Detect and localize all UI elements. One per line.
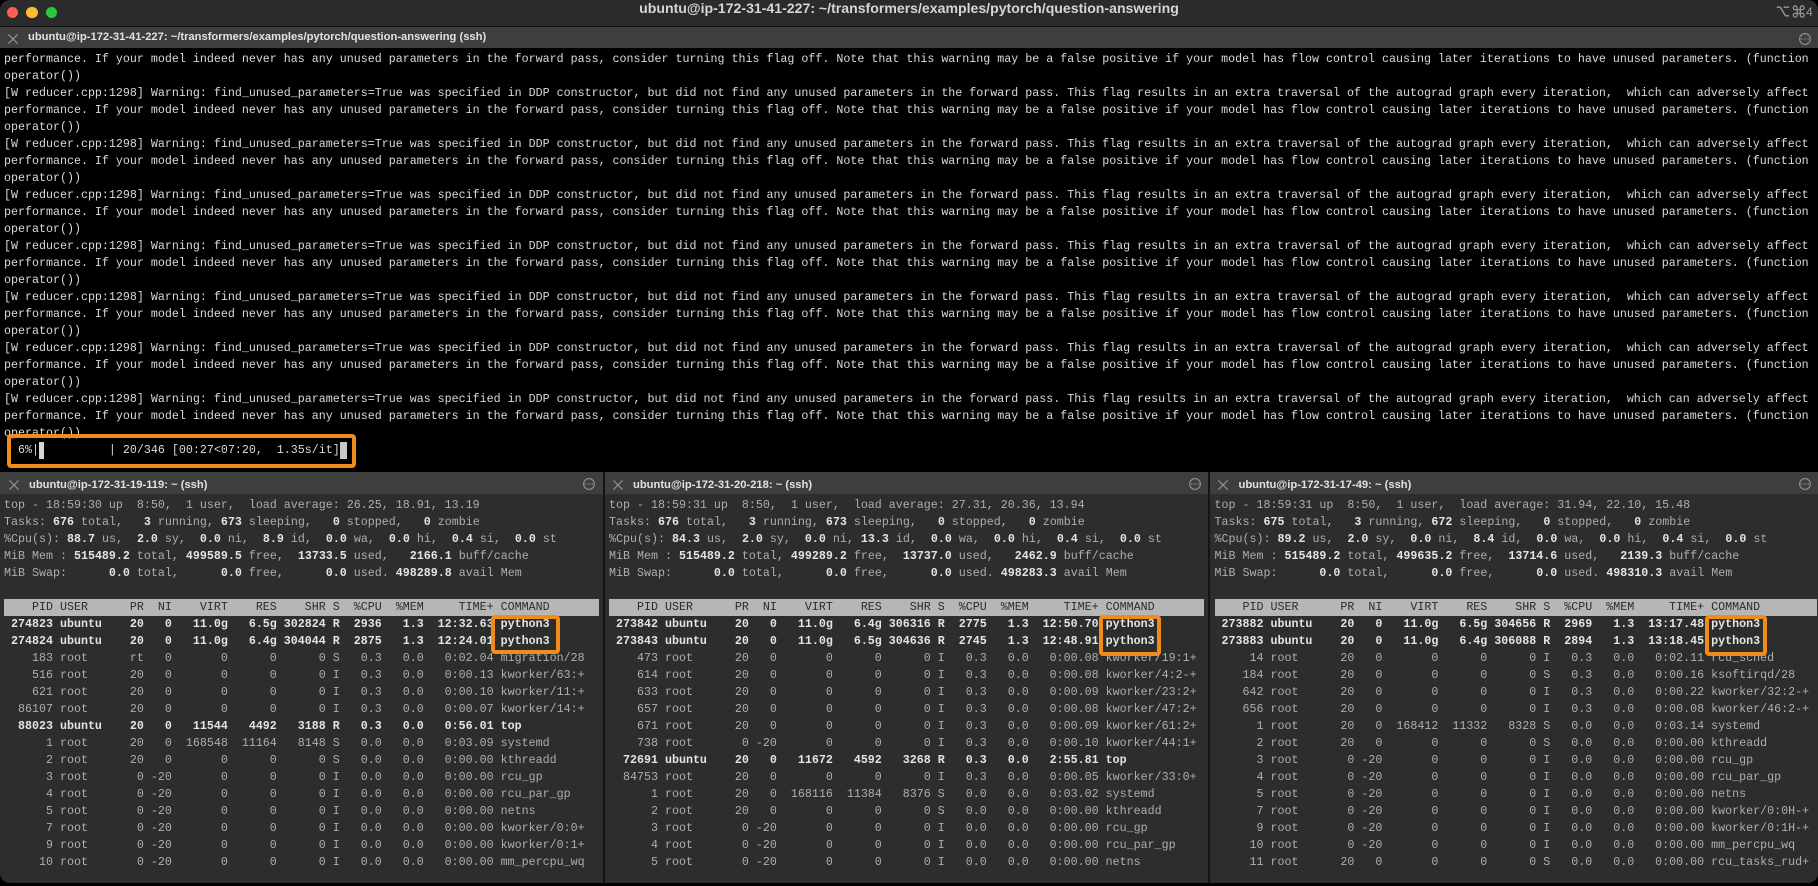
svg-text:4: 4: [1806, 5, 1812, 18]
